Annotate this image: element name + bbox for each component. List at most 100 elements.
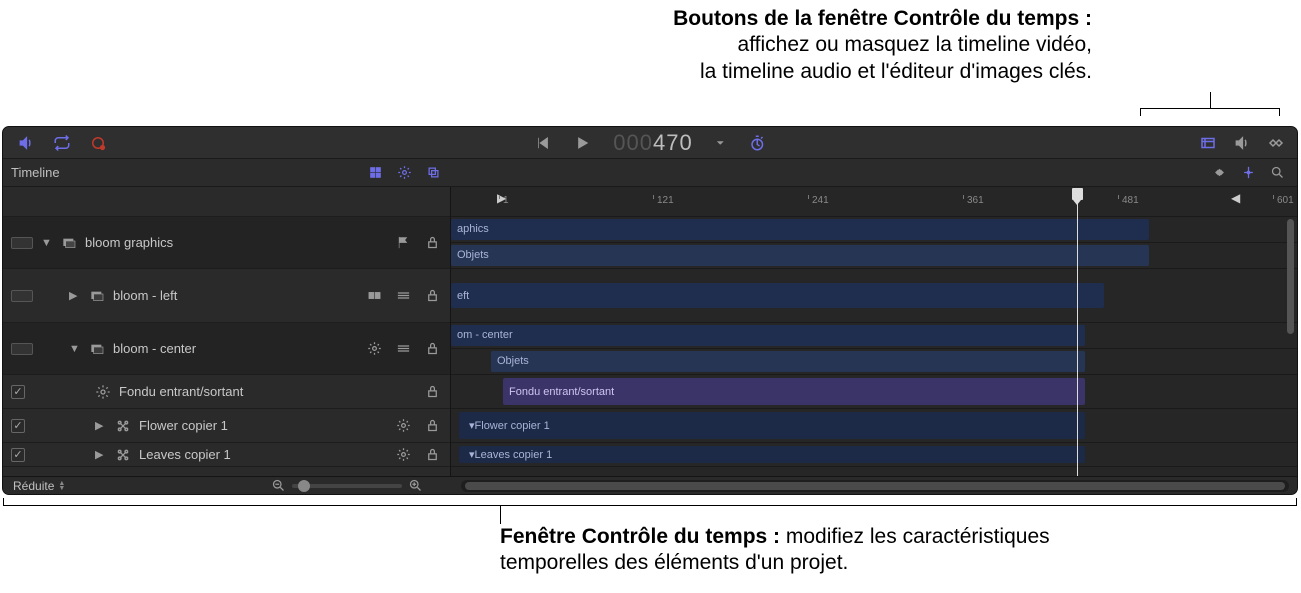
lock-icon[interactable] [425, 384, 440, 399]
zoom-slider-thumb[interactable] [298, 480, 310, 492]
layers-panel-icon[interactable] [426, 165, 441, 180]
annotation-bottom: Fenêtre Contrôle du temps : modifiez les… [500, 524, 1280, 577]
layer-row-bloom-left[interactable]: ▶ bloom - left [3, 269, 450, 323]
timeline-footer: Réduite ▲▼ [3, 476, 1297, 494]
pass-through-icon[interactable] [367, 288, 382, 303]
stopwatch-icon[interactable] [749, 134, 767, 152]
playhead-handle[interactable] [1072, 188, 1083, 200]
keyframe-nav-icon[interactable] [1212, 165, 1227, 180]
horizontal-scrollbar[interactable] [461, 480, 1289, 492]
behaviors-icon[interactable] [397, 165, 412, 180]
track-lane[interactable]: Fondu entrant/sortant [451, 375, 1297, 409]
lock-icon[interactable] [425, 418, 440, 433]
enable-toggle[interactable] [11, 290, 33, 302]
flag-icon[interactable] [396, 235, 411, 250]
lock-icon[interactable] [425, 235, 440, 250]
group-icon [61, 236, 77, 250]
row-size-popup[interactable]: Réduite ▲▼ [13, 479, 65, 493]
layer-row-leaves-copier[interactable]: ✓ ▶ Leaves copier 1 [3, 443, 450, 467]
annotation-bottom-bracket [3, 498, 1297, 506]
clip[interactable]: aphics [451, 219, 1149, 240]
out-point-marker[interactable]: ◀ [1231, 191, 1240, 205]
enable-checkbox[interactable]: ✓ [11, 419, 25, 433]
annotation-bottom-leader [500, 506, 501, 524]
stack-icon[interactable] [396, 341, 411, 356]
show-audio-timeline-icon[interactable] [1233, 134, 1251, 152]
disclosure-triangle-closed[interactable]: ▶ [95, 448, 107, 461]
timeline-tracks[interactable]: ▶ ◀ 1121241361481601 aphics Objets eft o… [451, 187, 1297, 476]
track-lane[interactable]: om - center Objets [451, 323, 1297, 375]
gear-icon[interactable] [367, 341, 382, 356]
gear-icon[interactable] [396, 447, 411, 462]
clip[interactable]: Objets [451, 245, 1149, 267]
lock-icon[interactable] [425, 447, 440, 462]
layer-label: bloom - left [113, 288, 177, 303]
timing-pane: 000470 Timeline [3, 127, 1297, 494]
timeline-title: Timeline [11, 165, 60, 180]
show-keyframe-editor-icon[interactable] [1267, 134, 1285, 152]
record-icon[interactable] [89, 134, 107, 152]
layer-label: Leaves copier 1 [139, 447, 231, 462]
timeline-header: Timeline [3, 159, 1297, 187]
scrollbar-thumb[interactable] [1287, 219, 1294, 334]
group-icon [89, 289, 105, 303]
layer-label: Flower copier 1 [139, 418, 228, 433]
disclosure-triangle-closed[interactable]: ▶ [69, 289, 81, 302]
disclosure-triangle-open[interactable]: ▼ [41, 237, 53, 249]
lock-icon[interactable] [425, 288, 440, 303]
go-to-start-icon[interactable] [533, 134, 551, 152]
vertical-scrollbar[interactable] [1286, 219, 1295, 472]
layer-row-fade-in-out[interactable]: ✓ Fondu entrant/sortant [3, 375, 450, 409]
ruler-tick: 481 [1118, 195, 1139, 206]
layer-row-bloom-graphics[interactable]: ▼ bloom graphics [3, 217, 450, 269]
show-video-timeline-icon[interactable] [1199, 134, 1217, 152]
filters-icon[interactable] [368, 165, 383, 180]
gear-icon[interactable] [396, 418, 411, 433]
ruler-tick: 601 [1273, 195, 1294, 206]
enable-checkbox[interactable]: ✓ [11, 448, 25, 462]
layer-label: Fondu entrant/sortant [119, 384, 243, 399]
layer-row-flower-copier[interactable]: ✓ ▶ Flower copier 1 [3, 409, 450, 443]
clip[interactable]: Objets [491, 351, 1085, 373]
clip[interactable]: Fondu entrant/sortant [503, 378, 1085, 405]
layer-list-header-spacer [3, 187, 450, 217]
replicator-icon [115, 448, 131, 462]
clip[interactable]: ▾ Leaves copier 1 [459, 446, 1085, 463]
clip-label: Objets [497, 355, 529, 367]
layer-label: bloom graphics [85, 235, 173, 250]
track-lane[interactable]: ▾ Leaves copier 1 [451, 443, 1297, 467]
stepper-icon: ▲▼ [58, 481, 65, 491]
clip-label: Objets [457, 249, 489, 261]
scrollbar-thumb[interactable] [465, 482, 1285, 490]
lock-icon[interactable] [425, 341, 440, 356]
zoom-slider[interactable] [271, 478, 423, 493]
counter-menu-icon[interactable] [715, 134, 727, 152]
stack-icon[interactable] [396, 288, 411, 303]
zoom-out-icon[interactable] [271, 478, 286, 493]
layer-row-bloom-center[interactable]: ▼ bloom - center [3, 323, 450, 375]
track-lane[interactable]: aphics Objets [451, 217, 1297, 269]
zoom-fit-icon[interactable] [1270, 165, 1285, 180]
mute-icon[interactable] [17, 134, 35, 152]
enable-toggle[interactable] [11, 343, 33, 355]
track-lane[interactable]: eft [451, 269, 1297, 323]
playhead[interactable] [1077, 189, 1078, 476]
zoom-slider-track[interactable] [292, 484, 402, 488]
replicator-icon [115, 419, 131, 433]
snapping-icon[interactable] [1241, 165, 1256, 180]
play-icon[interactable] [573, 134, 591, 152]
enable-checkbox[interactable]: ✓ [11, 385, 25, 399]
transport-bar: 000470 [3, 127, 1297, 159]
disclosure-triangle-open[interactable]: ▼ [69, 343, 81, 355]
disclosure-triangle-closed[interactable]: ▶ [95, 419, 107, 432]
clip[interactable]: om - center [451, 325, 1085, 346]
clip[interactable]: eft [451, 283, 1104, 308]
enable-toggle[interactable] [11, 237, 33, 249]
clip[interactable]: ▾ Flower copier 1 [459, 412, 1085, 439]
time-ruler[interactable]: ▶ ◀ 1121241361481601 [451, 187, 1297, 217]
zoom-in-icon[interactable] [408, 478, 423, 493]
layer-list: ▼ bloom graphics ▶ bloom - left [3, 187, 451, 476]
loop-icon[interactable] [53, 134, 71, 152]
track-lane[interactable]: ▾ Flower copier 1 [451, 409, 1297, 443]
frame-counter[interactable]: 000470 [613, 130, 692, 156]
